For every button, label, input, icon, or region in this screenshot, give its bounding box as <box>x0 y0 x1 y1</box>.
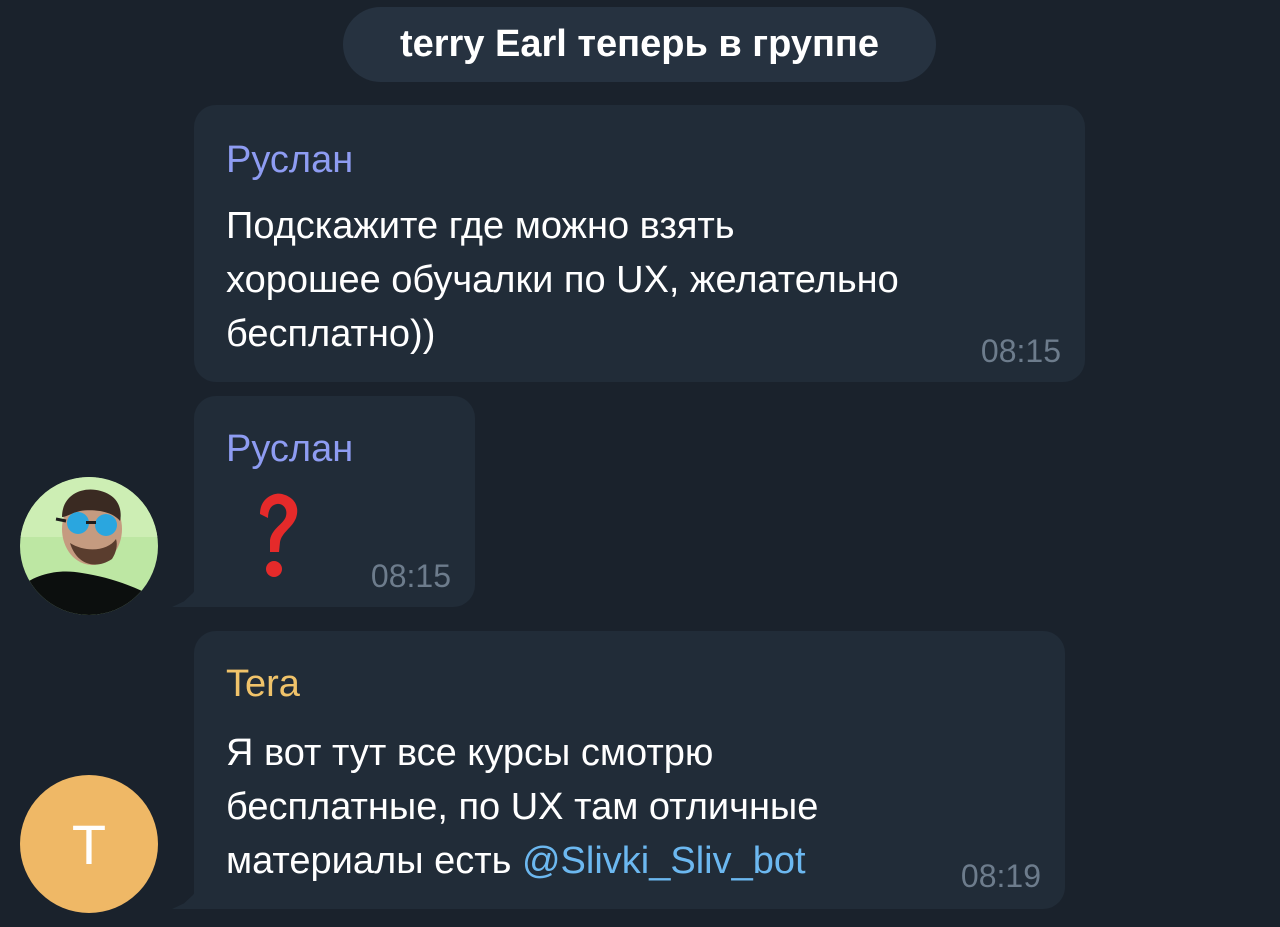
message-line: Я вот тут все курсы смотрю <box>226 732 714 774</box>
sender-name[interactable]: Руслан <box>226 139 353 182</box>
sender-name[interactable]: Tera <box>226 663 300 706</box>
service-message-text: terry Earl теперь в группе <box>399 23 880 65</box>
message-line: Подскажите где можно взять <box>226 205 735 247</box>
sender-name[interactable]: Руслан <box>226 428 353 471</box>
message-text: Я вот тут все курсы смотрю бесплатные, п… <box>226 726 818 888</box>
question-mark-emoji <box>260 493 298 577</box>
message-line: материалы есть @Slivki_Sliv_bot <box>226 834 818 888</box>
message-bubble[interactable]: Tera Я вот тут все курсы смотрю бесплатн… <box>194 631 1065 909</box>
avatar-ruslan[interactable] <box>20 477 158 615</box>
message-time: 08:15 <box>370 558 451 594</box>
message-line: бесплатные, по UX там отличные <box>226 786 819 828</box>
user-photo-avatar-icon <box>20 477 158 615</box>
message-time: 08:15 <box>980 333 1061 369</box>
message-line: хорошее обучалки по UX, желательно <box>226 259 899 301</box>
avatar-letter: T <box>71 812 107 876</box>
message-text: Подскажите где можно взять хорошее обуча… <box>226 199 899 361</box>
bot-mention-link[interactable]: @Slivki_Sliv_bot <box>522 840 806 882</box>
chat-history[interactable]: terry Earl теперь в группе Руслан Подска… <box>0 0 1280 927</box>
avatar-tera[interactable]: T <box>20 775 158 913</box>
message-line-text: материалы есть <box>226 840 522 882</box>
message-bubble[interactable]: Руслан 08:15 <box>194 396 475 607</box>
message-bubble[interactable]: Руслан Подскажите где можно взять хороше… <box>194 105 1085 382</box>
message-time: 08:19 <box>960 858 1041 894</box>
message-line: бесплатно)) <box>226 313 436 355</box>
service-message: terry Earl теперь в группе <box>343 7 936 82</box>
